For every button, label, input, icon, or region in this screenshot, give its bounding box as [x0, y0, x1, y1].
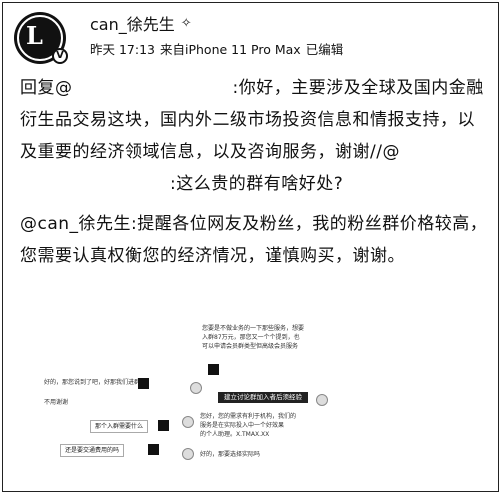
chat-avatar-3 — [182, 416, 194, 428]
chat-avatar-left-3 — [148, 444, 159, 455]
chat-right-line-2: 入群87万元，那您又一个个提到，也 — [202, 334, 300, 341]
post-meta: 昨天 17:13 来自iPhone 11 Pro Max 已编辑 — [90, 39, 343, 58]
author-name[interactable]: can_徐先生 — [90, 11, 175, 35]
chat-avatar-dark — [208, 364, 219, 375]
chat-left-box-2: 还是要交通费用的吗 — [60, 444, 125, 457]
chat-right-small-3: 的个人助理。X.TMAX.XX — [200, 431, 270, 438]
chat-avatar-4 — [182, 448, 194, 460]
chat-avatar-left-1 — [138, 378, 149, 389]
chat-pill: 建立讨论群加入者后须经验 — [218, 392, 308, 403]
chat-right-line-1: 您要是不做业务的一下那些服务，想要 — [202, 325, 305, 332]
author-row: can_徐先生 ✧ — [90, 11, 192, 35]
chat-avatar-2 — [316, 394, 328, 406]
chat-left-msg-2: 不用谢谢 — [44, 399, 69, 406]
chat-avatar-left-2 — [158, 420, 169, 431]
chat-right-small-2: 服务是在实际投入中一个好效果 — [200, 422, 285, 429]
reply-prefix: 回复@ — [20, 78, 73, 98]
avatar-logo: L — [26, 21, 43, 50]
verified-badge-icon: V — [52, 48, 68, 64]
chat-right-small-1: 您好，您的需求有利于机构，我们的 — [200, 413, 297, 420]
chat-avatar — [190, 382, 202, 394]
post-time: 昨天 17:13 — [90, 42, 155, 57]
post-source: 来自iPhone 11 Pro Max — [160, 42, 301, 57]
sparkle-icon: ✧ — [180, 15, 192, 31]
reply-body: :你好，主要涉及全球及国内金融衍生品交易这块，国内外二级市场投资信息和情报支持，… — [20, 78, 484, 162]
edited-label[interactable]: 已编辑 — [306, 39, 344, 58]
notice-mention[interactable]: @can_徐先生 — [20, 214, 131, 234]
reply-suffix: :这么贵的群有啥好处? — [170, 174, 344, 194]
embedded-chat-screenshot[interactable]: 您要是不做业务的一下那些服务，想要 入群87万元，那您又一个个提到，也 可以申请… — [40, 320, 460, 485]
reply-text: 回复@:你好，主要涉及全球及国内金融衍生品交易这块，国内外二级市场投资信息和情报… — [20, 72, 490, 200]
chat-left-box-1: 那个入群需要什么 — [90, 420, 149, 433]
notice-text: @can_徐先生:提醒各位网友及粉丝，我的粉丝群价格较高，您需要认真权衡您的经济… — [20, 208, 490, 272]
chat-right-last: 好的，那要选择实际吗 — [200, 451, 261, 458]
chat-right-line-3: 可以申请会员群类型但高级会员服务 — [202, 343, 299, 350]
